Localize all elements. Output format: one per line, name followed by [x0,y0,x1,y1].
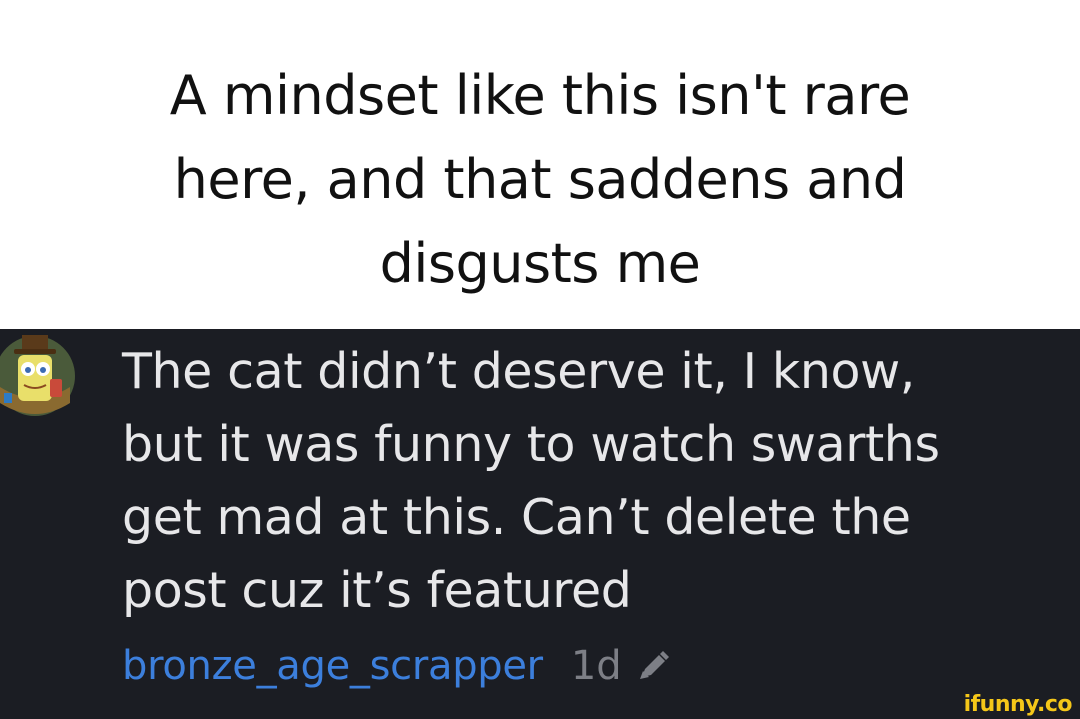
meme-caption-panel: A mindset like this isn't rare here, and… [0,0,1080,329]
meme-caption: A mindset like this isn't rare here, and… [40,54,1040,306]
comment-timestamp: 1d [570,643,622,689]
comment-line-4: post cuz it’s featured [122,562,632,619]
comment-body: The cat didn’t deserve it, I know, but i… [122,335,1080,627]
caption-line-1: A mindset like this isn't rare [169,64,911,127]
comment-meta: bronze_age_scrapper 1d [122,636,672,696]
spongebob-avatar-icon[interactable] [0,333,78,419]
comment-username-link[interactable]: bronze_age_scrapper [122,643,543,689]
comment-card: The cat didn’t deserve it, I know, but i… [0,329,1080,719]
caption-line-3: disgusts me [379,232,701,295]
comment-line-3: get mad at this. Can’t delete the [122,489,911,546]
comment-line-2: but it was funny to watch swarths [122,416,940,473]
pencil-icon [639,651,669,679]
ifunny-watermark: ifunny.co [963,692,1073,717]
comment-line-1: The cat didn’t deserve it, I know, [122,343,915,400]
caption-line-2: here, and that saddens and [173,148,907,211]
